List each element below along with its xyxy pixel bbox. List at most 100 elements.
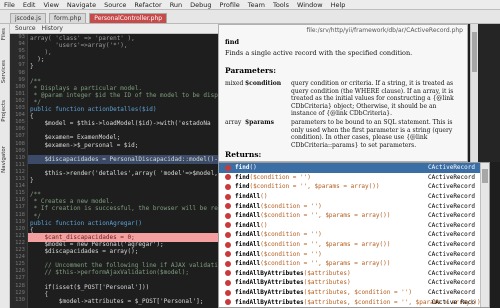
completion-item[interactable]: find ($condition = '', $params = array())… bbox=[219, 182, 481, 192]
line-number: 114 bbox=[15, 183, 25, 190]
method-icon bbox=[225, 222, 231, 229]
completion-name: findAll bbox=[235, 193, 261, 201]
menu-item[interactable]: File bbox=[4, 1, 15, 9]
method-icon bbox=[225, 289, 231, 296]
menu-item[interactable]: Profile bbox=[220, 1, 240, 9]
completion-name: find bbox=[235, 183, 250, 191]
completion-scroll-thumb[interactable] bbox=[482, 169, 488, 183]
line-number: 97 bbox=[18, 62, 25, 69]
completion-class: CActiveRecord bbox=[428, 260, 475, 268]
doc-file-path[interactable]: file:/srv/http/yii/framework/db/ar/CActi… bbox=[306, 27, 463, 34]
menu-item[interactable]: Window bbox=[297, 1, 323, 9]
menu-item[interactable]: Tools bbox=[273, 1, 289, 9]
completion-name: findAll bbox=[235, 260, 261, 268]
code-line: } bbox=[30, 63, 34, 71]
tab-personal-controller[interactable]: PersonalController.php bbox=[89, 13, 168, 23]
completion-item[interactable]: findAll ($condition = '') CActiveRecord bbox=[219, 230, 481, 240]
history-view-button[interactable]: History bbox=[42, 25, 63, 32]
completion-item[interactable]: findAllByAttributes ($attributes, $condit… bbox=[219, 297, 481, 307]
line-number: 113 bbox=[15, 176, 25, 182]
doc-param-line: CDbCriteria} object; Otherwise, it shoul… bbox=[291, 102, 437, 110]
completion-name: findAll bbox=[235, 250, 261, 258]
method-icon bbox=[225, 241, 231, 248]
completion-scrollbar[interactable] bbox=[480, 163, 489, 307]
code-line: $discapacidades = array(); bbox=[30, 248, 139, 255]
completion-class: CActiveRecord bbox=[428, 212, 475, 220]
completion-name: findAll bbox=[235, 221, 261, 229]
completion-item[interactable]: findAllByAttributes ($attributes, $condit… bbox=[219, 288, 481, 298]
tab-jscode[interactable]: jscode.js bbox=[10, 13, 46, 23]
menu-item[interactable]: Team bbox=[248, 1, 265, 9]
completion-item[interactable]: findAll ($condition = '') CActiveRecord bbox=[219, 249, 481, 259]
completion-name: findAllByAttributes bbox=[235, 289, 304, 297]
line-number: 100 bbox=[15, 83, 25, 90]
line-number: 119 bbox=[15, 218, 25, 225]
completion-item[interactable]: findAll ($condition = '', $params = array… bbox=[219, 240, 481, 250]
line-number: 124 bbox=[15, 254, 25, 261]
completion-item[interactable]: findAll ($condition = '', $params = array… bbox=[219, 211, 481, 221]
line-number: 115 bbox=[15, 190, 25, 197]
method-icon bbox=[225, 203, 231, 210]
completion-item[interactable]: findAll ($condition = '', $params = array… bbox=[219, 259, 481, 269]
method-icon bbox=[225, 174, 231, 181]
completion-params: ($attributes) bbox=[303, 269, 351, 277]
completion-class: CActiveRecord bbox=[428, 269, 475, 277]
code-editor[interactable]: array( 'class' => 'parent' ), 'users'=>a… bbox=[28, 34, 248, 308]
menu-item[interactable]: Navigate bbox=[67, 1, 96, 9]
line-number-gutter: 93 94 95 96 97 98 99 100 101 102 103 104 105 106 107 10… bbox=[10, 34, 28, 308]
method-icon bbox=[225, 251, 231, 258]
method-icon bbox=[225, 212, 231, 219]
completion-name: find bbox=[235, 173, 250, 181]
completion-class: CActiveRecord bbox=[428, 202, 475, 210]
projects-tab[interactable]: Projects bbox=[1, 100, 7, 122]
method-icon bbox=[225, 260, 231, 267]
completion-params: ($condition = '') bbox=[260, 231, 322, 239]
line-number: 128 bbox=[15, 282, 25, 289]
menu-item[interactable]: Run bbox=[170, 1, 182, 9]
services-tab[interactable]: Services bbox=[1, 60, 7, 83]
line-number: 98 bbox=[18, 69, 25, 76]
completion-item[interactable]: findAll() CActiveRecord bbox=[219, 192, 481, 202]
source-view-button[interactable]: Source bbox=[15, 25, 36, 32]
menu-item[interactable]: Refactor bbox=[134, 1, 161, 9]
doc-scrollbar[interactable] bbox=[470, 24, 478, 162]
completion-params: ($condition = '', $params = array()) bbox=[260, 241, 391, 249]
editor-tabs: jscode.js form.php PersonalController.ph… bbox=[10, 13, 168, 24]
doc-param-name: $condition bbox=[245, 80, 282, 87]
menu-item[interactable]: Debug bbox=[190, 1, 211, 9]
doc-param-line: query condition (the WHERE clause). If a… bbox=[291, 87, 454, 95]
doc-param-line: query condition or criteria. If a string… bbox=[291, 80, 454, 87]
doc-param-type: array bbox=[225, 119, 242, 126]
doc-param-type: mixed bbox=[225, 80, 244, 87]
line-number: 102 bbox=[15, 97, 25, 104]
doc-scroll-thumb[interactable] bbox=[472, 32, 477, 72]
doc-description: Finds a single active record with the sp… bbox=[225, 49, 413, 57]
line-number: 99 bbox=[18, 76, 25, 83]
files-tab[interactable]: Files bbox=[1, 28, 7, 40]
completion-item[interactable]: find() CActiveRecord bbox=[219, 163, 481, 173]
code-line: $examen->$_personal = $id; bbox=[30, 141, 139, 149]
completion-params: ($condition = '', $params = array()) bbox=[260, 212, 391, 220]
navigator-tab[interactable]: Navigator bbox=[1, 146, 7, 173]
completion-item[interactable]: findAllByAttributes ($attributes) CActiveR… bbox=[219, 269, 481, 279]
doc-returns-heading: Returns: bbox=[225, 150, 262, 159]
completion-item[interactable]: find ($condition = '') CActiveRecord bbox=[219, 173, 481, 183]
code-line: } bbox=[30, 177, 34, 184]
menu-item[interactable]: Edit bbox=[23, 1, 36, 9]
doc-param-line: only used when the first parameter is a … bbox=[291, 126, 453, 134]
line-number: 93 bbox=[18, 34, 25, 40]
line-number: 123 bbox=[15, 247, 25, 253]
menu-item[interactable]: Source bbox=[104, 1, 126, 9]
line-number: 122 bbox=[15, 239, 25, 246]
completion-item[interactable]: findAllByAttributes ($attributes) CActiveR… bbox=[219, 278, 481, 288]
line-number: 126 bbox=[15, 268, 25, 275]
completion-params: ($condition = '', $params = array()) bbox=[249, 183, 380, 191]
menu-item[interactable]: Help bbox=[331, 1, 346, 9]
line-number: 101 bbox=[15, 90, 25, 97]
completion-name: findAll bbox=[235, 231, 261, 239]
tab-form[interactable]: form.php bbox=[48, 13, 87, 23]
completion-item[interactable]: findAll ($condition = '') CActiveRecord bbox=[219, 201, 481, 211]
line-number: 105 bbox=[15, 119, 25, 126]
menu-item[interactable]: View bbox=[43, 1, 58, 9]
completion-item[interactable]: findAll() CActiveRecord bbox=[219, 221, 481, 231]
